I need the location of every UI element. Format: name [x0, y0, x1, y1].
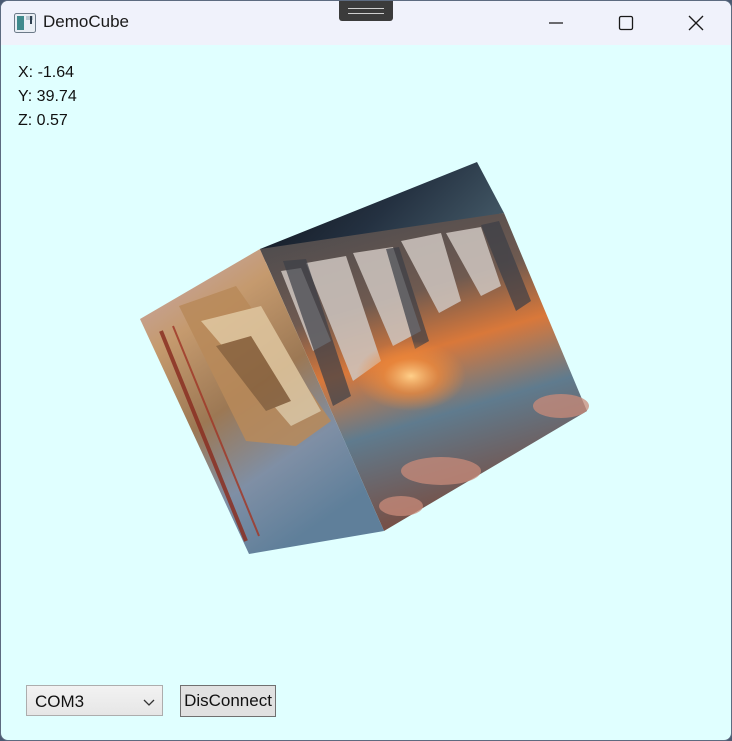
disconnect-button[interactable]: DisConnect: [180, 685, 276, 717]
app-window: DemoCube X: -1.64 Y: 39.74 Z: 0.57 COM3 …: [0, 0, 732, 741]
sunset-glow: [356, 341, 466, 411]
com-port-value: COM3: [35, 692, 85, 711]
com-port-select[interactable]: COM3: [26, 685, 163, 716]
rotating-cube: [140, 162, 589, 554]
chevron-down-icon: [143, 695, 155, 713]
